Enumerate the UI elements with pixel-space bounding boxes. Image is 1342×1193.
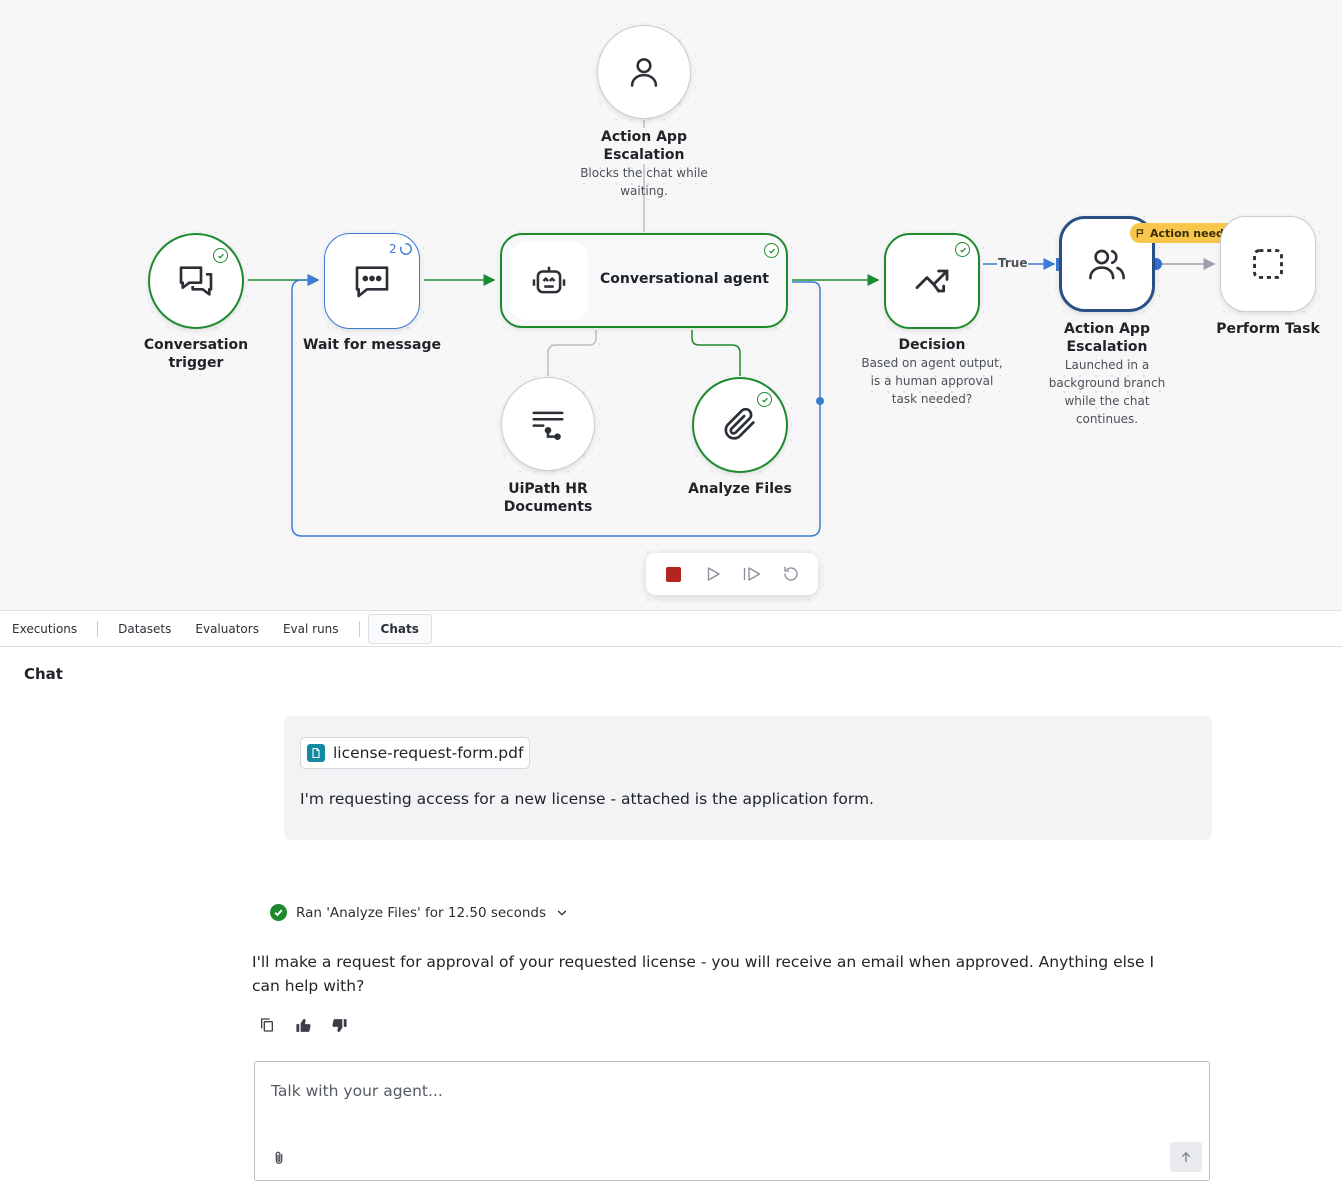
perform-task-label: Perform Task <box>1216 321 1320 337</box>
conversation-trigger-status-icon <box>213 248 228 263</box>
thumbs-down-button[interactable] <box>330 1016 348 1034</box>
tab-evaluators[interactable]: Evaluators <box>183 615 271 643</box>
send-button[interactable] <box>1170 1142 1202 1172</box>
reset-button[interactable] <box>778 561 804 587</box>
tab-datasets[interactable]: Datasets <box>106 615 183 643</box>
action-app-escalation-top-node[interactable] <box>597 25 691 119</box>
user-message-text: I'm requesting access for a new license … <box>300 790 874 808</box>
action-app-escalation-top-label: Action App Escalation <box>584 128 704 164</box>
success-check-icon <box>270 904 287 921</box>
step-icon <box>743 567 760 581</box>
reply-actions <box>258 1016 348 1034</box>
decision-status-icon <box>955 242 970 257</box>
step-button[interactable] <box>739 561 765 587</box>
reset-icon <box>783 566 798 581</box>
thumbs-up-button[interactable] <box>294 1016 312 1034</box>
workflow-canvas[interactable]: True Action App Escalation Blocks the ch… <box>0 0 1342 610</box>
analyze-files-label: Analyze Files <box>688 481 792 497</box>
conversation-trigger-label: Conversation trigger <box>143 337 249 371</box>
wait-for-message-label: Wait for message <box>303 337 441 353</box>
stop-button[interactable] <box>661 561 687 587</box>
agent-icon-box <box>510 242 588 320</box>
conversational-agent-node[interactable]: Conversational agent <box>500 233 788 328</box>
agent-reply-text: I'll make a request for approval of your… <box>252 953 1155 995</box>
conversational-agent-status-icon <box>764 243 779 258</box>
uipath-hr-documents-node[interactable] <box>501 377 595 471</box>
decision-description: Based on agent output, is a human approv… <box>861 356 1003 406</box>
documents-flow-icon <box>532 411 564 440</box>
play-icon <box>707 567 720 581</box>
dashed-square-icon <box>1253 249 1283 279</box>
run-count: 2 <box>389 242 397 256</box>
conversation-trigger-node[interactable] <box>148 233 244 329</box>
bottom-panel-tabs: Executions Datasets Evaluators Eval runs… <box>0 610 1342 647</box>
trend-split-icon <box>915 269 949 293</box>
spinner-icon <box>399 243 412 255</box>
attachment-chip[interactable]: license-request-form.pdf <box>300 737 531 769</box>
analyze-files-status-icon <box>757 392 772 407</box>
copy-icon <box>261 1018 273 1032</box>
run-toolbar <box>646 553 818 595</box>
tab-executions[interactable]: Executions <box>0 615 89 643</box>
thumbs-down-icon <box>331 1018 347 1032</box>
attachment-filename: license-request-form.pdf <box>333 744 524 762</box>
message-dots-icon <box>355 266 389 298</box>
chevron-down-icon <box>557 910 567 916</box>
action-app-escalation-top-description: Blocks the chat while waiting. <box>580 166 708 198</box>
tool-run-summary[interactable]: Ran 'Analyze Files' for 12.50 seconds <box>270 904 569 921</box>
chat-composer <box>254 1061 1210 1181</box>
document-icon <box>307 744 325 762</box>
user-message: license-request-form.pdf I'm requesting … <box>284 716 1212 840</box>
robot-icon <box>532 266 566 294</box>
action-app-escalation-right-label: Action App Escalation <box>1064 321 1150 355</box>
thumbs-up-icon <box>295 1018 311 1032</box>
stop-icon <box>666 566 681 582</box>
copy-button[interactable] <box>258 1016 276 1034</box>
attach-button[interactable] <box>269 1148 289 1168</box>
conversational-agent-label: Conversational agent <box>600 271 769 287</box>
edge-label-true: True <box>997 256 1029 270</box>
tool-run-text: Ran 'Analyze Files' for 12.50 seconds <box>296 904 547 921</box>
flag-icon <box>1136 228 1144 238</box>
tab-chats[interactable]: Chats <box>367 613 432 644</box>
wait-for-message-counter: 2 <box>389 242 413 256</box>
tab-eval-runs[interactable]: Eval runs <box>271 615 351 643</box>
people-icon <box>1089 249 1125 280</box>
tab-divider <box>358 620 360 637</box>
decision-label: Decision <box>898 337 966 353</box>
action-app-escalation-right-description: Launched in a background branch while th… <box>1048 358 1166 426</box>
chat-title: Chat <box>24 665 63 683</box>
perform-task-node[interactable] <box>1220 216 1316 312</box>
paperclip-icon <box>724 407 755 440</box>
chat-input[interactable] <box>269 1080 1193 1124</box>
run-button[interactable] <box>700 561 726 587</box>
arrow-up-icon <box>1181 1152 1191 1163</box>
analyze-files-node[interactable] <box>692 377 788 473</box>
uipath-hr-documents-label: UiPath HR Documents <box>503 481 593 515</box>
tab-divider <box>97 620 99 637</box>
chat-bubbles-icon <box>179 266 213 296</box>
person-icon <box>630 58 658 87</box>
paperclip-icon <box>275 1151 283 1164</box>
